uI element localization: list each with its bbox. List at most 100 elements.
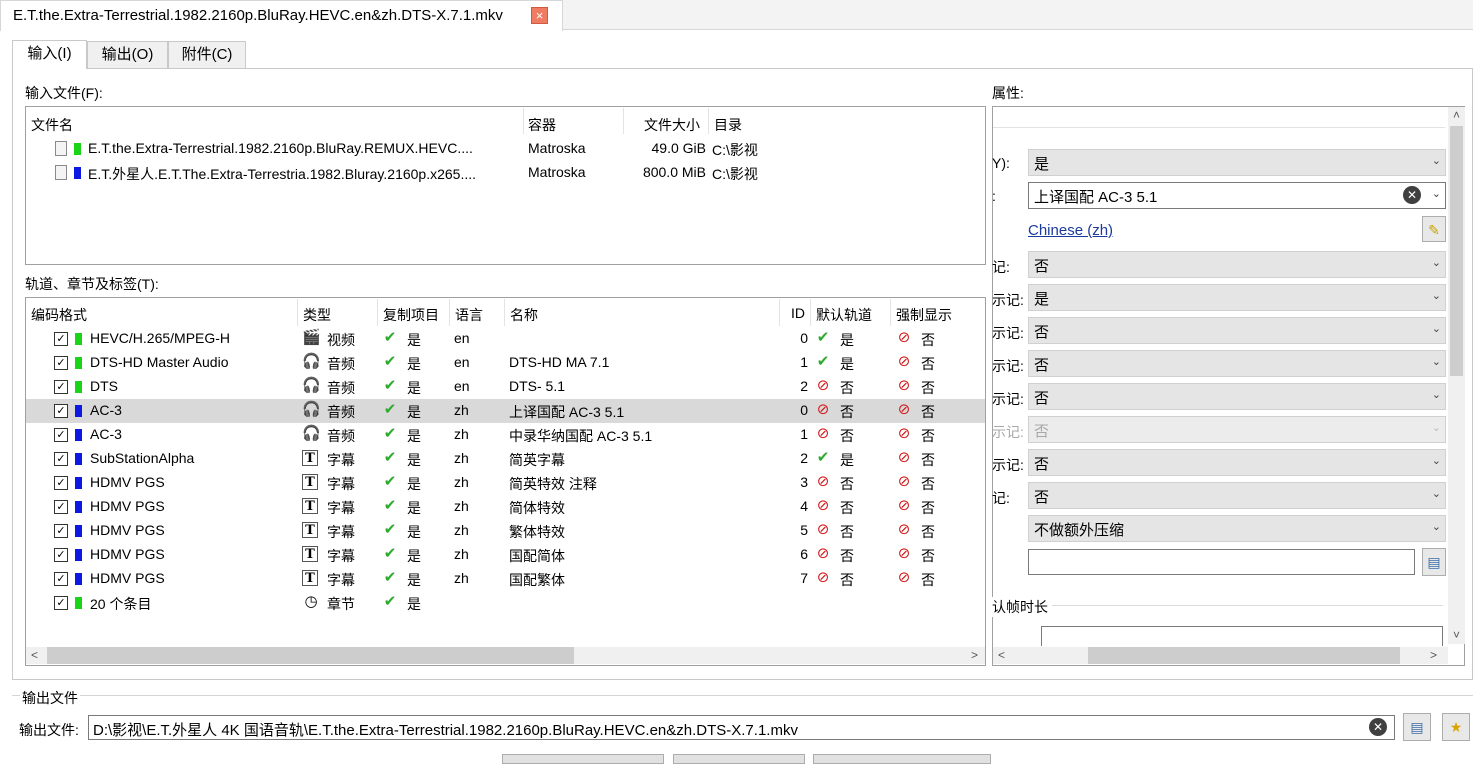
col-filename[interactable]: 文件名: [31, 115, 73, 135]
divider: [993, 127, 1445, 128]
file-row[interactable]: E.T.外星人.E.T.The.Extra-Terrestria.1982.Bl…: [26, 161, 985, 185]
track-copy: 是: [407, 428, 421, 444]
check-icon: ✔: [816, 449, 830, 466]
check-icon: ✔: [383, 593, 397, 610]
flag-dropdown[interactable]: 否 ⌄: [1028, 449, 1446, 476]
clear-icon[interactable]: ✕: [1369, 718, 1387, 736]
flag-dropdown[interactable]: 是 ⌄: [1028, 284, 1446, 311]
browse-button[interactable]: ▤: [1422, 548, 1446, 576]
col-id[interactable]: ID: [791, 305, 805, 321]
track-row[interactable]: ✓ HDMV PGS T 字幕 ✔ 是 zh 国配简体 6 ⊘ 否 ⊘ 否: [26, 543, 985, 567]
scroll-left-icon[interactable]: <: [993, 647, 1010, 664]
flag-dropdown[interactable]: 否 ⌄: [1028, 350, 1446, 377]
browse-output-button[interactable]: ▤: [1403, 713, 1431, 741]
scrollbar-thumb[interactable]: [1088, 647, 1400, 664]
col-forced[interactable]: 强制显示: [896, 305, 952, 325]
flag-dropdown[interactable]: 否 ⌄: [1028, 317, 1446, 344]
chevron-down-icon: ⌄: [1431, 155, 1441, 167]
scroll-left-icon[interactable]: <: [26, 647, 43, 664]
favorite-button[interactable]: ★: [1442, 713, 1470, 741]
scroll-up-icon[interactable]: ˄: [1448, 107, 1465, 124]
file-row[interactable]: E.T.the.Extra-Terrestrial.1982.2160p.Blu…: [26, 137, 985, 161]
track-checkbox[interactable]: ✓: [54, 380, 68, 394]
properties-vscrollbar[interactable]: ˄ ˅: [1448, 107, 1465, 644]
track-checkbox[interactable]: ✓: [54, 596, 68, 610]
track-row[interactable]: ✓ DTS-HD Master Audio 🎧 音频 ✔ 是 en DTS-HD MA 7.1…: [26, 351, 985, 375]
track-checkbox[interactable]: ✓: [54, 500, 68, 514]
forbidden-icon: ⊘: [816, 545, 830, 562]
scroll-right-icon[interactable]: >: [966, 647, 983, 664]
track-row[interactable]: ✓ HDMV PGS T 字幕 ✔ 是 zh 国配繁体 7 ⊘ 否 ⊘ 否: [26, 567, 985, 591]
track-row[interactable]: ✓ HDMV PGS T 字幕 ✔ 是 zh 简体特效 4 ⊘ 否 ⊘ 否: [26, 495, 985, 519]
check-icon: ✔: [383, 449, 397, 466]
scrollbar-thumb[interactable]: [1450, 126, 1463, 376]
track-row[interactable]: ✓ HEVC/H.265/MPEG-H 🎬 视频 ✔ 是 en 0 ✔ 是 ⊘ 否: [26, 327, 985, 351]
col-copy[interactable]: 复制项目: [383, 305, 439, 325]
track-row[interactable]: ✓ DTS 🎧 音频 ✔ 是 en DTS- 5.1 2 ⊘ 否 ⊘ 否: [26, 375, 985, 399]
prop-label: 记:: [992, 259, 1010, 275]
document-tab[interactable]: E.T.the.Extra-Terrestrial.1982.2160p.Blu…: [0, 0, 563, 31]
track-name-field[interactable]: 上译国配 AC-3 5.1 ✕ ⌄: [1028, 182, 1446, 209]
flag-dropdown[interactable]: 否 ⌄: [1028, 383, 1446, 410]
track-row[interactable]: ✓ AC-3 🎧 音频 ✔ 是 zh 中录华纳国配 AC-3 5.1 1 ⊘ 否 ⊘ 否: [26, 423, 985, 447]
track-checkbox[interactable]: ✓: [54, 428, 68, 442]
track-row[interactable]: ✓ HDMV PGS T 字幕 ✔ 是 zh 简英特效 注释 3 ⊘ 否 ⊘ 否: [26, 471, 985, 495]
folder-icon: ▤: [1427, 554, 1441, 570]
track-list-hscrollbar[interactable]: < >: [26, 647, 985, 664]
track-checkbox[interactable]: ✓: [54, 572, 68, 586]
track-checkbox[interactable]: ✓: [54, 356, 68, 370]
column-divider: [810, 299, 811, 326]
track-checkbox[interactable]: ✓: [54, 404, 68, 418]
bottom-button[interactable]: [673, 754, 805, 764]
chevron-down-icon: ⌄: [1431, 455, 1441, 467]
default-track-dropdown[interactable]: 否 ⌄: [1028, 251, 1446, 278]
track-checkbox[interactable]: ✓: [54, 476, 68, 490]
language-link[interactable]: Chinese (zh): [1028, 222, 1113, 239]
compression-dropdown[interactable]: 不做额外压缩 ⌄: [1028, 515, 1446, 542]
copy-item-dropdown[interactable]: 是 ⌄: [1028, 149, 1446, 176]
track-codec: HDMV PGS: [90, 498, 165, 514]
track-row[interactable]: ✓ AC-3 🎧 音频 ✔ 是 zh 上译国配 AC-3 5.1 0 ⊘ 否 ⊘ 否: [26, 399, 985, 423]
scroll-down-icon[interactable]: ˅: [1448, 627, 1465, 644]
col-name[interactable]: 名称: [510, 305, 538, 325]
properties-hscrollbar[interactable]: < >: [993, 647, 1448, 664]
track-checkbox[interactable]: ✓: [54, 332, 68, 346]
subtitle-icon: T: [302, 546, 318, 562]
flag-dropdown[interactable]: 否 ⌄: [1028, 482, 1446, 509]
scroll-right-icon[interactable]: >: [1425, 647, 1442, 664]
col-language[interactable]: 语言: [455, 305, 483, 325]
tab-input[interactable]: 输入(I): [12, 40, 87, 69]
track-codec: HDMV PGS: [90, 546, 165, 562]
col-filesize[interactable]: 文件大小: [644, 115, 700, 135]
clear-icon[interactable]: ✕: [1403, 186, 1421, 204]
column-divider: [708, 108, 709, 134]
track-checkbox[interactable]: ✓: [54, 548, 68, 562]
tab-output[interactable]: 输出(O): [87, 41, 168, 68]
track-row[interactable]: ✓ HDMV PGS T 字幕 ✔ 是 zh 繁体特效 5 ⊘ 否 ⊘ 否: [26, 519, 985, 543]
edit-language-button[interactable]: ✎: [1422, 216, 1446, 242]
input-file-list[interactable]: [25, 106, 986, 265]
scrollbar-thumb[interactable]: [47, 647, 574, 664]
close-tab-icon[interactable]: ×: [531, 7, 548, 24]
bottom-button[interactable]: [502, 754, 664, 764]
prop-label: 示记:: [992, 358, 1024, 374]
tags-file-input[interactable]: [1028, 549, 1415, 575]
track-row[interactable]: ✓ SubStationAlpha T 字幕 ✔ 是 zh 简英字幕 2 ✔ 是 ⊘ 否: [26, 447, 985, 471]
track-row[interactable]: ✓ 20 个条目 ◷ 章节 ✔ 是: [26, 591, 985, 615]
bottom-button[interactable]: [813, 754, 991, 764]
output-file-input[interactable]: D:\影视\E.T.外星人 4K 国语音轨\E.T.the.Extra-Terr…: [88, 715, 1395, 740]
track-type: 字幕: [327, 500, 355, 516]
col-type[interactable]: 类型: [303, 305, 331, 325]
default-duration-input[interactable]: [1041, 626, 1443, 646]
track-checkbox[interactable]: ✓: [54, 524, 68, 538]
col-directory[interactable]: 目录: [714, 115, 742, 135]
col-default-track[interactable]: 默认轨道: [816, 305, 872, 325]
track-type: 视频: [327, 332, 355, 348]
col-container[interactable]: 容器: [528, 115, 556, 135]
pencil-icon: ✎: [1428, 222, 1440, 238]
col-codec[interactable]: 编码格式: [31, 305, 87, 325]
track-forced: 否: [921, 500, 935, 516]
file-color-marker: [74, 167, 81, 179]
track-checkbox[interactable]: ✓: [54, 452, 68, 466]
tab-attachments[interactable]: 附件(C): [168, 41, 246, 68]
